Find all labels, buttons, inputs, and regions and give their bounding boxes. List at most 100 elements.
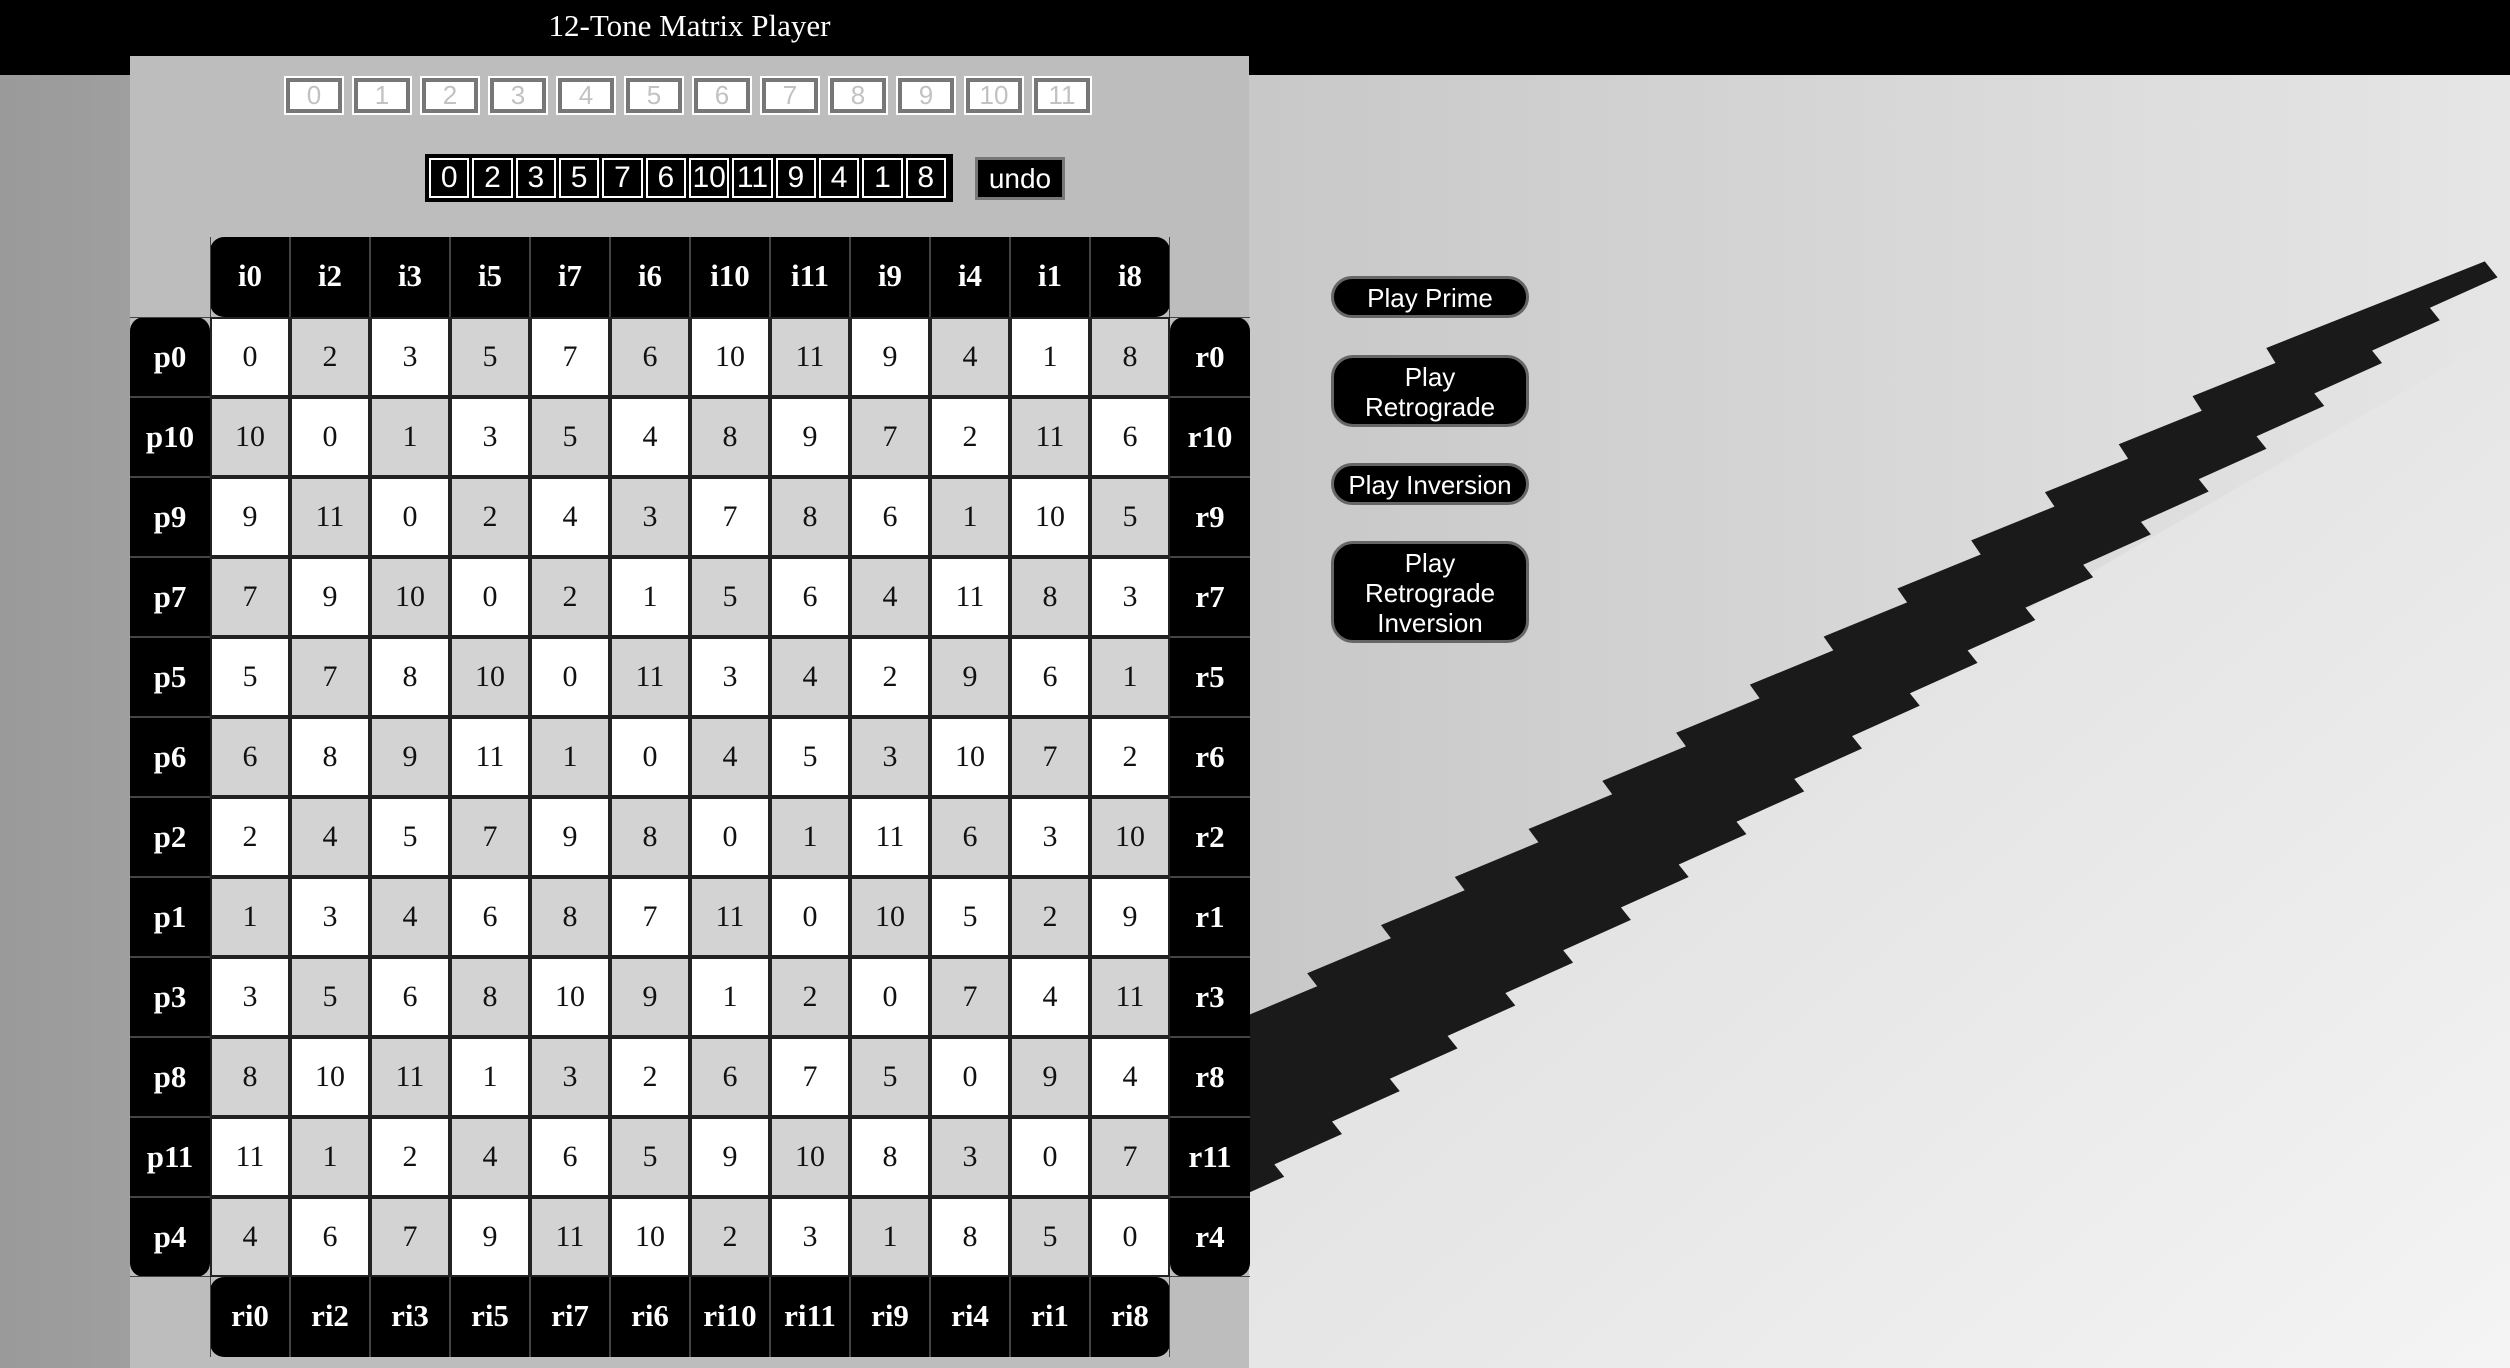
prime-label[interactable]: p6	[130, 717, 210, 797]
retrograde-label[interactable]: r8	[1170, 1037, 1250, 1117]
inversion-label[interactable]: i3	[370, 237, 450, 317]
prime-label[interactable]: p11	[130, 1117, 210, 1197]
retrograde-label[interactable]: r5	[1170, 637, 1250, 717]
tone-button-6[interactable]: 6	[692, 76, 752, 115]
matrix-cell: 0	[370, 477, 450, 557]
matrix-cell: 8	[690, 397, 770, 477]
tone-button-8[interactable]: 8	[828, 76, 888, 115]
prime-label[interactable]: p10	[130, 397, 210, 477]
matrix-cell: 2	[850, 637, 930, 717]
undo-button[interactable]: undo	[975, 157, 1065, 200]
play-prime-button[interactable]: Play Prime	[1331, 276, 1529, 318]
tone-button-4[interactable]: 4	[556, 76, 616, 115]
matrix-cell: 5	[850, 1037, 930, 1117]
retrograde-inversion-label[interactable]: ri11	[770, 1277, 850, 1357]
matrix-cell: 1	[770, 797, 850, 877]
retrograde-inversion-label[interactable]: ri7	[530, 1277, 610, 1357]
retrograde-inversion-label[interactable]: ri9	[850, 1277, 930, 1357]
tone-button-11[interactable]: 11	[1032, 76, 1092, 115]
retrograde-inversion-label[interactable]: ri6	[610, 1277, 690, 1357]
inversion-label[interactable]: i2	[290, 237, 370, 317]
inversion-label[interactable]: i8	[1090, 237, 1170, 317]
retrograde-inversion-label[interactable]: ri0	[210, 1277, 290, 1357]
prime-label[interactable]: p5	[130, 637, 210, 717]
selected-tone: 2	[472, 158, 513, 198]
retrograde-label[interactable]: r1	[1170, 877, 1250, 957]
retrograde-header-column: r0 r10 r9 r7 r5 r6 r2 r1 r3 r8 r11 r4	[1170, 317, 1250, 1277]
inversion-label[interactable]: i5	[450, 237, 530, 317]
inversion-label[interactable]: i6	[610, 237, 690, 317]
matrix-cell: 2	[1010, 877, 1090, 957]
prime-label[interactable]: p2	[130, 797, 210, 877]
tone-button-1[interactable]: 1	[352, 76, 412, 115]
retrograde-label[interactable]: r3	[1170, 957, 1250, 1037]
matrix-cell: 6	[850, 477, 930, 557]
tone-button-9[interactable]: 9	[896, 76, 956, 115]
matrix-cell: 5	[930, 877, 1010, 957]
retrograde-label[interactable]: r7	[1170, 557, 1250, 637]
inversion-label[interactable]: i10	[690, 237, 770, 317]
retrograde-label[interactable]: r0	[1170, 317, 1250, 397]
matrix-cell: 3	[690, 637, 770, 717]
retrograde-label[interactable]: r9	[1170, 477, 1250, 557]
tone-button-5[interactable]: 5	[624, 76, 684, 115]
matrix-cell: 5	[210, 637, 290, 717]
matrix-cell: 10	[1010, 477, 1090, 557]
matrix-cell: 7	[850, 397, 930, 477]
play-inversion-label: Play Inversion	[1348, 470, 1512, 500]
matrix-cell: 2	[1090, 717, 1170, 797]
prime-label[interactable]: p1	[130, 877, 210, 957]
matrix-grid: 0 2 3 5 7 6 10 11 9 4 1 8 10 0 1 3 5 4 8 9 7 2 11 6 9 11 0 2 4 3 7 8 6 1 1…	[210, 317, 1170, 1277]
matrix-cell: 3	[610, 477, 690, 557]
matrix-cell: 4	[1010, 957, 1090, 1037]
matrix-cell: 5	[770, 717, 850, 797]
retrograde-inversion-label[interactable]: ri1	[1010, 1277, 1090, 1357]
retrograde-label[interactable]: r2	[1170, 797, 1250, 877]
tone-button-2[interactable]: 2	[420, 76, 480, 115]
retrograde-inversion-label[interactable]: ri8	[1090, 1277, 1170, 1357]
retrograde-label[interactable]: r10	[1170, 397, 1250, 477]
inversion-label[interactable]: i9	[850, 237, 930, 317]
inversion-label[interactable]: i7	[530, 237, 610, 317]
prime-label[interactable]: p7	[130, 557, 210, 637]
matrix-cell: 5	[610, 1117, 690, 1197]
inversion-label[interactable]: i1	[1010, 237, 1090, 317]
retrograde-inversion-label[interactable]: ri2	[290, 1277, 370, 1357]
selected-tone: 8	[905, 158, 946, 198]
matrix-cell: 9	[1010, 1037, 1090, 1117]
retrograde-label[interactable]: r11	[1170, 1117, 1250, 1197]
tone-button-0[interactable]: 0	[284, 76, 344, 115]
matrix-cell: 8	[210, 1037, 290, 1117]
retrograde-inversion-label[interactable]: ri10	[690, 1277, 770, 1357]
matrix-cell: 7	[290, 637, 370, 717]
inversion-label[interactable]: i4	[930, 237, 1010, 317]
prime-label[interactable]: p8	[130, 1037, 210, 1117]
selected-tone: 3	[515, 158, 556, 198]
play-retrograde-label-line1: Play	[1404, 362, 1456, 392]
selected-tone: 4	[818, 158, 860, 198]
retrograde-inversion-label[interactable]: ri3	[370, 1277, 450, 1357]
retrograde-inversion-label[interactable]: ri5	[450, 1277, 530, 1357]
prime-label[interactable]: p4	[130, 1197, 210, 1277]
tone-button-10[interactable]: 10	[964, 76, 1024, 115]
prime-label[interactable]: p9	[130, 477, 210, 557]
matrix-cell: 7	[1090, 1117, 1170, 1197]
inversion-label[interactable]: i11	[770, 237, 850, 317]
prime-label[interactable]: p3	[130, 957, 210, 1037]
play-retrograde-inversion-button[interactable]: Play Retrograde Inversion	[1331, 541, 1529, 643]
tone-pool: 0 1 2 3 4 5 6 7 8 9 10 11	[284, 76, 1102, 115]
matrix-cell: 1	[450, 1037, 530, 1117]
tone-button-7[interactable]: 7	[760, 76, 820, 115]
play-retrograde-button[interactable]: Play Retrograde	[1331, 355, 1529, 427]
retrograde-inversion-label[interactable]: ri4	[930, 1277, 1010, 1357]
matrix-cell: 7	[770, 1037, 850, 1117]
tone-button-3[interactable]: 3	[488, 76, 548, 115]
play-inversion-button[interactable]: Play Inversion	[1331, 463, 1529, 505]
inversion-label[interactable]: i0	[210, 237, 290, 317]
matrix-cell: 5	[1010, 1197, 1090, 1277]
selected-tone: 11	[732, 158, 773, 198]
retrograde-label[interactable]: r4	[1170, 1197, 1250, 1277]
prime-label[interactable]: p0	[130, 317, 210, 397]
matrix-cell: 11	[930, 557, 1010, 637]
retrograde-label[interactable]: r6	[1170, 717, 1250, 797]
